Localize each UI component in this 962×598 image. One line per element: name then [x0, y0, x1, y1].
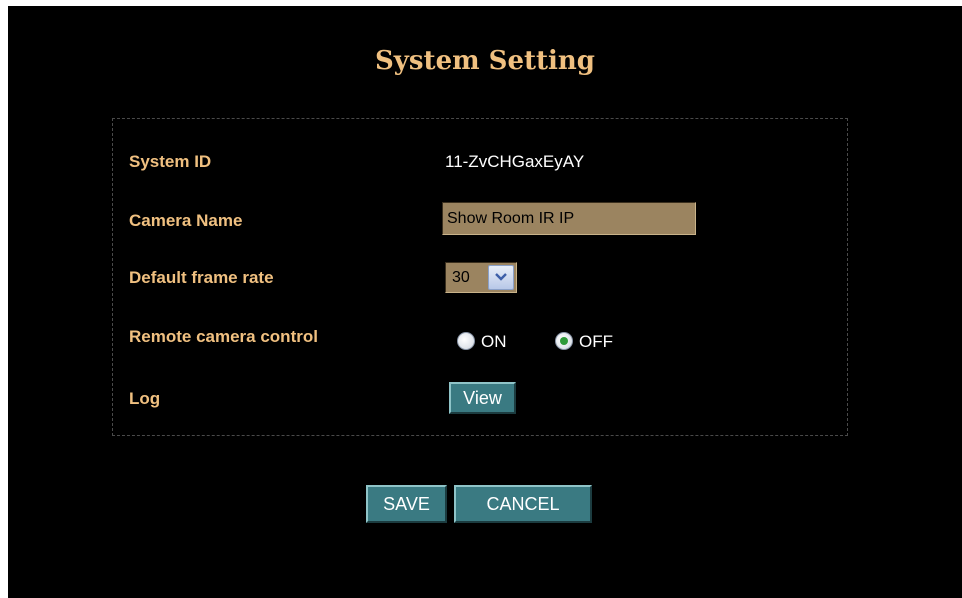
view-log-button[interactable]: View: [449, 382, 516, 414]
remote-on-label[interactable]: ON: [481, 332, 507, 352]
remote-on-radio[interactable]: [457, 332, 475, 350]
camera-name-label: Camera Name: [129, 211, 243, 230]
cancel-button[interactable]: CANCEL: [454, 485, 592, 523]
system-id-label: System ID: [129, 152, 212, 171]
frame-rate-selected-value: 30: [452, 269, 470, 286]
remote-off-radio[interactable]: [555, 332, 573, 350]
chevron-down-icon: [495, 273, 507, 281]
system-id-value: 11-ZvCHGaxEyAY: [445, 152, 585, 171]
save-button[interactable]: SAVE: [366, 485, 447, 523]
frame-rate-label: Default frame rate: [129, 268, 274, 287]
log-label: Log: [129, 389, 161, 408]
remote-control-label: Remote camera control: [129, 327, 318, 346]
frame-rate-select[interactable]: 30: [445, 262, 517, 293]
remote-off-label[interactable]: OFF: [579, 332, 613, 352]
camera-name-input[interactable]: [442, 202, 696, 235]
radio-selected-dot: [560, 337, 568, 345]
page-title: System Setting: [375, 46, 595, 76]
dropdown-arrow-button[interactable]: [488, 265, 514, 290]
